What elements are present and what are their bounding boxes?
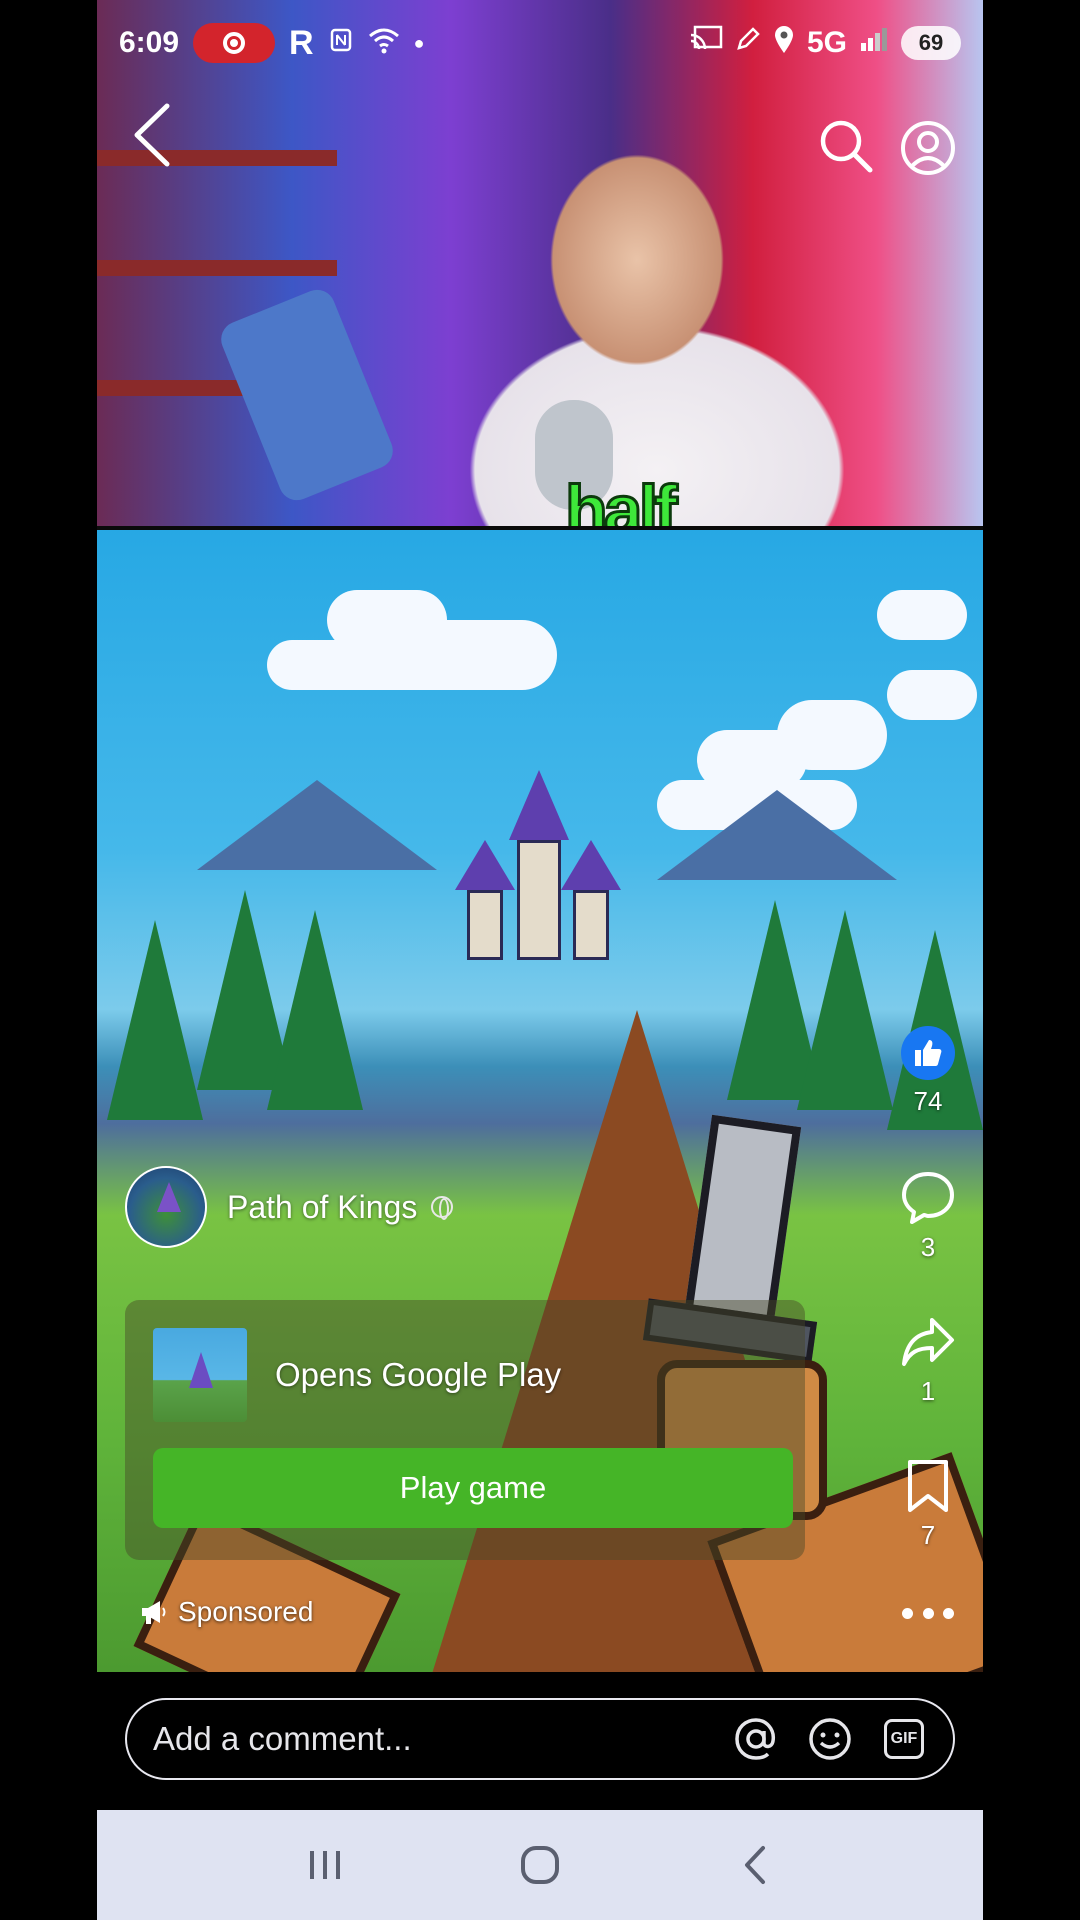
- sponsored-label-row: Sponsored: [140, 1596, 313, 1628]
- comment-input[interactable]: Add a comment...: [153, 1720, 705, 1758]
- mountain: [657, 790, 897, 880]
- like-count: 74: [913, 1086, 943, 1116]
- castle: [447, 770, 627, 960]
- back-arrow-icon: [134, 103, 170, 167]
- more-dots-icon: [902, 1607, 913, 1619]
- search-button[interactable]: [818, 118, 874, 174]
- recent-apps-button[interactable]: [295, 1835, 355, 1895]
- like-action[interactable]: 74: [896, 1026, 960, 1117]
- status-bar: 6:09 R ● 5G 69: [97, 18, 983, 68]
- castle-roof: [455, 840, 515, 890]
- battery-level: 69: [918, 30, 944, 55]
- mention-button[interactable]: [733, 1716, 779, 1762]
- globe-icon: [431, 1196, 454, 1220]
- gif-icon: GIF: [884, 1719, 924, 1759]
- share-action[interactable]: 1: [896, 1314, 960, 1407]
- more-dots-icon: [943, 1607, 954, 1619]
- ad-cta-card[interactable]: Opens Google Play Play game: [125, 1300, 805, 1560]
- castle-tower: [517, 840, 561, 960]
- system-back-button[interactable]: [725, 1835, 785, 1895]
- pen-icon: [735, 26, 761, 60]
- dot-icon: ●: [413, 32, 425, 53]
- bookmark-icon: [908, 1460, 948, 1512]
- advertiser-avatar[interactable]: [125, 1166, 207, 1248]
- creator-video[interactable]: half: [97, 0, 983, 551]
- home-icon: [520, 1846, 559, 1884]
- profile-button[interactable]: [900, 120, 956, 176]
- gif-button[interactable]: GIF: [881, 1716, 927, 1762]
- system-navigation-bar: [97, 1810, 983, 1920]
- pine-tree: [797, 910, 893, 1110]
- emoji-icon: [809, 1718, 851, 1760]
- share-count: 1: [920, 1376, 936, 1406]
- nfc-icon: [328, 27, 354, 60]
- comment-input-bar[interactable]: Add a comment... GIF: [125, 1698, 955, 1780]
- cast-icon: [689, 25, 723, 61]
- recent-apps-icon: [309, 1851, 340, 1879]
- profile-icon: [901, 121, 955, 175]
- cloud: [407, 620, 557, 690]
- pine-tree: [267, 910, 363, 1110]
- back-button[interactable]: [125, 100, 185, 170]
- wifi-icon: [368, 26, 400, 61]
- comment-bubble-icon: [902, 1172, 954, 1224]
- cta-subtitle: Opens Google Play: [275, 1356, 562, 1393]
- castle-roof: [509, 770, 569, 840]
- network-type: 5G: [806, 26, 847, 59]
- cloud: [777, 700, 887, 770]
- emoji-button[interactable]: [807, 1716, 853, 1762]
- pine-tree: [107, 920, 203, 1120]
- comment-action[interactable]: 3: [896, 1170, 960, 1263]
- home-button[interactable]: [510, 1835, 570, 1895]
- more-dots-icon: [922, 1607, 934, 1619]
- location-icon: [773, 24, 795, 62]
- mountain: [197, 780, 437, 870]
- thumbs-up-icon: [901, 1026, 955, 1080]
- cloud: [887, 670, 977, 720]
- save-action[interactable]: 7: [896, 1458, 960, 1551]
- advertiser-row[interactable]: Path of Kings: [125, 1166, 454, 1248]
- more-options-button[interactable]: [902, 1598, 954, 1628]
- battery-icon: 69: [901, 26, 961, 60]
- sponsored-text: Sponsored: [178, 1596, 314, 1627]
- background-shelf: [97, 260, 337, 276]
- search-icon: [820, 120, 873, 173]
- app-letter-icon: R: [289, 23, 314, 62]
- save-count: 7: [920, 1520, 936, 1550]
- signal-icon: [859, 25, 889, 61]
- castle-roof: [561, 840, 621, 890]
- castle-tower: [467, 890, 503, 960]
- back-icon: [745, 1846, 766, 1884]
- cloud: [877, 590, 967, 640]
- mention-icon: [735, 1718, 776, 1760]
- screen-record-icon: [193, 23, 276, 63]
- play-game-button[interactable]: Play game: [153, 1448, 793, 1528]
- advertiser-name[interactable]: Path of Kings: [227, 1189, 417, 1226]
- megaphone-icon: [142, 1601, 166, 1624]
- castle-tower: [573, 890, 609, 960]
- share-arrow-icon: [902, 1318, 954, 1366]
- status-time: 6:09: [119, 26, 180, 59]
- status-right-group: 5G 69: [689, 24, 961, 62]
- app-thumbnail: [153, 1328, 247, 1422]
- phone-in-video: [215, 284, 399, 506]
- comment-count: 3: [920, 1232, 936, 1262]
